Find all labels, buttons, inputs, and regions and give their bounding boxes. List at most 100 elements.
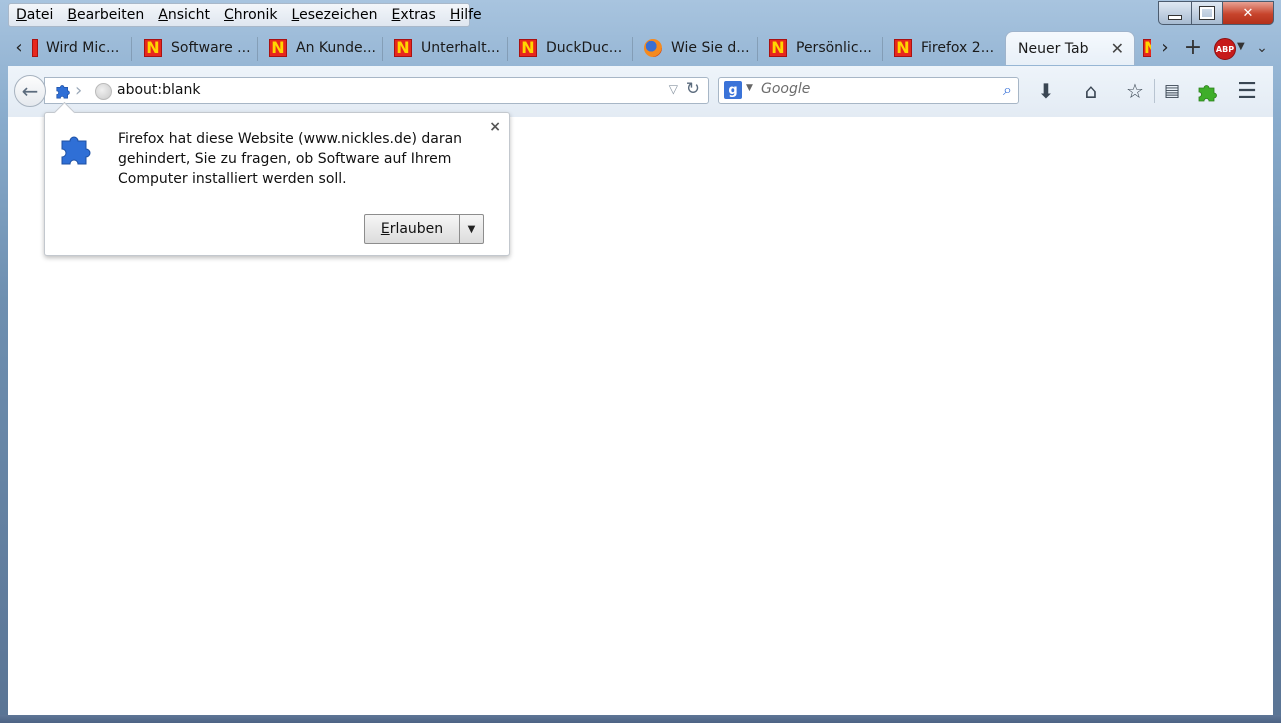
back-button[interactable]: ←: [14, 75, 46, 107]
nickles-icon: N: [769, 39, 787, 57]
tab-0[interactable]: Wird Mic...: [32, 31, 132, 65]
allow-split-button: Erlauben ▼: [364, 214, 484, 244]
search-icon[interactable]: ⌕: [1003, 80, 1012, 100]
window-controls: ✕: [1158, 1, 1274, 25]
tab-6[interactable]: N Persönlic...: [769, 31, 883, 65]
menu-chronik[interactable]: Chronik: [217, 7, 285, 23]
search-input[interactable]: [761, 81, 981, 97]
menu-lesezeichen[interactable]: Lesezeichen: [285, 7, 385, 23]
nickles-icon: [32, 39, 38, 57]
menu-datei[interactable]: Datei: [9, 7, 60, 23]
bookmarks-menu-button[interactable]: ▤: [1159, 78, 1185, 104]
allow-button[interactable]: Erlauben: [365, 215, 460, 243]
url-history-dropdown-icon[interactable]: ▽: [669, 82, 678, 96]
nickles-icon: N: [394, 39, 412, 57]
tab-label: DuckDuc...: [546, 40, 623, 56]
tab-scroll-right-button[interactable]: ›: [1154, 29, 1176, 66]
tab-separator: [131, 37, 132, 61]
menu-hilfe[interactable]: Hilfe: [443, 7, 489, 23]
menu-bearbeiten[interactable]: Bearbeiten: [60, 7, 151, 23]
new-tab-button[interactable]: +: [1182, 29, 1204, 66]
adblock-plus-icon[interactable]: ABP: [1214, 38, 1236, 60]
allow-dropdown-button[interactable]: ▼: [460, 215, 483, 243]
home-button[interactable]: ⌂: [1078, 78, 1104, 104]
puzzle-piece-icon[interactable]: [55, 81, 73, 99]
popup-message: Firefox hat diese Website (www.nickles.d…: [118, 131, 463, 187]
google-icon[interactable]: g: [724, 81, 742, 99]
tab-label: Neuer Tab: [1018, 40, 1089, 57]
tab-label: An Kunde...: [296, 40, 376, 56]
url-text[interactable]: about:blank: [117, 82, 200, 98]
bookmarks-list-icon: ▤: [1163, 81, 1181, 101]
tab-2[interactable]: N An Kunde...: [269, 31, 383, 65]
search-engine-dropdown-icon[interactable]: ▼: [746, 83, 753, 93]
browser-window: Datei Bearbeiten Ansicht Chronik Lesezei…: [0, 0, 1281, 723]
close-window-button[interactable]: ✕: [1223, 1, 1274, 25]
nickles-icon: N: [144, 39, 162, 57]
menu-bar: Datei Bearbeiten Ansicht Chronik Lesezei…: [8, 3, 482, 27]
search-bar: g ▼ ⌕: [718, 77, 1019, 104]
chevron-right-icon: ›: [1161, 37, 1169, 58]
menu-extras[interactable]: Extras: [385, 7, 443, 23]
close-icon: ✕: [1242, 5, 1254, 21]
tab-separator: [882, 37, 883, 61]
downloads-button[interactable]: ⬇: [1033, 78, 1059, 104]
tab-1[interactable]: N Software ...: [144, 31, 258, 65]
tab-separator: [257, 37, 258, 61]
identity-chevron-icon: ›: [75, 80, 83, 101]
abp-label: ABP: [1215, 44, 1235, 54]
tab-7[interactable]: N Firefox 2...: [894, 31, 1004, 65]
star-icon: ☆: [1126, 79, 1144, 103]
allow-label: Erlauben: [380, 221, 444, 237]
navigation-toolbar: ← › about:blank ▽ ↻ g ▼ ⌕ ⬇ ⌂ ☆ ▤ ☰: [8, 66, 1273, 118]
tab-close-icon[interactable]: ✕: [1111, 39, 1124, 58]
adblock-dropdown-icon[interactable]: ▼: [1237, 41, 1245, 52]
tab-label: Persönlic...: [796, 40, 872, 56]
home-icon: ⌂: [1084, 79, 1098, 103]
minimize-button[interactable]: [1158, 1, 1192, 25]
plus-icon: +: [1183, 35, 1203, 60]
chevron-left-icon: ‹: [15, 37, 23, 58]
minimize-icon: [1168, 14, 1182, 20]
tab-label: Wie Sie d...: [671, 40, 750, 56]
addon-blocked-popup: Firefox hat diese Website (www.nickles.d…: [44, 101, 510, 256]
tab-label: Unterhalt...: [421, 40, 500, 56]
toolbar-separator: [1154, 79, 1155, 103]
tab-separator: [757, 37, 758, 61]
hamburger-icon: ☰: [1237, 78, 1257, 104]
url-bar[interactable]: › about:blank ▽ ↻: [44, 77, 709, 104]
nickles-icon: N: [1143, 39, 1151, 57]
tab-label: Software ...: [171, 40, 251, 56]
tab-scroll-left-button[interactable]: ‹: [8, 29, 30, 66]
maximize-icon: [1199, 6, 1215, 20]
reload-icon[interactable]: ↻: [686, 79, 700, 99]
tab-3[interactable]: N Unterhalt...: [394, 31, 508, 65]
tab-label: Firefox 2...: [921, 40, 995, 56]
back-arrow-icon: ←: [21, 79, 39, 103]
tab-label: Wird Mic...: [46, 40, 120, 56]
firefox-icon: [644, 39, 662, 57]
tab-4[interactable]: N DuckDuc...: [519, 31, 633, 65]
tab-separator: [507, 37, 508, 61]
tab-8-active[interactable]: Neuer Tab ✕: [1005, 31, 1135, 65]
menu-ansicht[interactable]: Ansicht: [151, 7, 217, 23]
tab-list-button[interactable]: ⌄: [1252, 29, 1272, 66]
nickles-icon: N: [894, 39, 912, 57]
tab-overflow[interactable]: N: [1143, 31, 1151, 65]
tab-5[interactable]: Wie Sie d...: [644, 31, 758, 65]
tab-strip: ‹ Wird Mic... N Software ... N An Kunde.…: [8, 29, 1273, 66]
nickles-icon: N: [519, 39, 537, 57]
addon-puzzle-icon[interactable]: [1194, 78, 1220, 104]
tab-separator: [382, 37, 383, 61]
menu-button[interactable]: ☰: [1234, 78, 1260, 104]
popup-close-icon[interactable]: ×: [489, 119, 501, 135]
dropdown-arrow-icon: ▼: [467, 223, 476, 235]
tab-separator: [632, 37, 633, 61]
window-bottom-border: [0, 715, 1281, 723]
download-arrow-icon: ⬇: [1037, 79, 1055, 103]
nickles-icon: N: [269, 39, 287, 57]
chevron-down-icon: ⌄: [1256, 39, 1268, 56]
puzzle-piece-icon: [61, 136, 91, 165]
maximize-button[interactable]: [1192, 1, 1223, 25]
bookmark-star-button[interactable]: ☆: [1122, 78, 1148, 104]
